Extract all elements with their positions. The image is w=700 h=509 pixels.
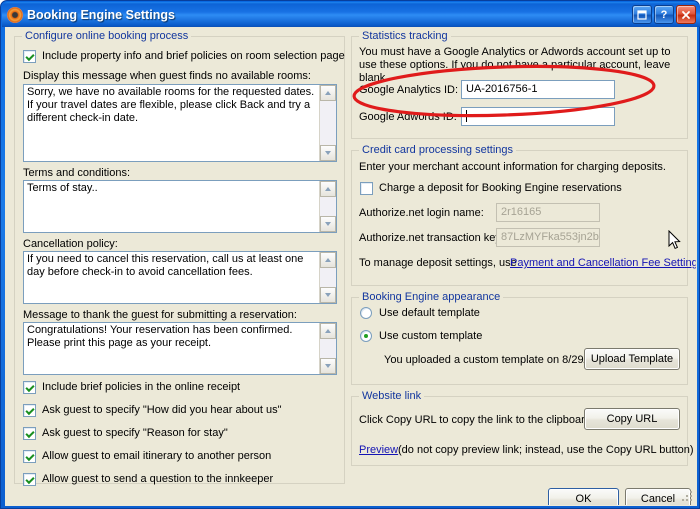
window-title: Booking Engine Settings	[27, 7, 175, 22]
booking-engine-icon	[7, 6, 23, 23]
google-adwords-label: Google Adwords ID:	[359, 111, 457, 123]
preview-link[interactable]: Preview	[359, 444, 398, 456]
ask-how-did-you-hear-checkbox[interactable]	[23, 404, 36, 417]
payment-cancellation-link[interactable]: Payment and Cancellation Fee Settings	[510, 257, 696, 269]
upload-template-button[interactable]: Upload Template	[584, 348, 680, 370]
authorize-login-input[interactable]: 2r16165	[496, 203, 600, 222]
scroll-up-icon[interactable]	[320, 85, 336, 101]
manage-deposit-text: To manage deposit settings, use	[359, 257, 517, 269]
window-controls: ?	[632, 5, 696, 24]
website-link-legend: Website link	[359, 390, 425, 402]
allow-send-question-label: Allow guest to send a question to the in…	[42, 473, 274, 485]
copy-url-text: Click Copy URL to copy the link to the c…	[359, 414, 591, 426]
terms-textarea[interactable]: Terms of stay..	[23, 180, 337, 233]
scroll-down-icon[interactable]	[320, 145, 336, 161]
ask-reason-for-stay-label: Ask guest to specify "Reason for stay"	[42, 427, 228, 439]
ok-button[interactable]: OK	[548, 488, 619, 505]
include-brief-policies-label: Include brief policies in the online rec…	[42, 381, 241, 393]
appearance-legend: Booking Engine appearance	[359, 291, 504, 303]
ask-reason-for-stay-checkbox[interactable]	[23, 427, 36, 440]
scroll-up-icon[interactable]	[320, 181, 336, 197]
include-property-info-label: Include property info and brief policies…	[42, 50, 345, 62]
authorize-key-input[interactable]: 87LzMYFka553jn2b	[496, 228, 600, 247]
default-template-radio[interactable]	[360, 307, 372, 319]
scroll-down-icon[interactable]	[320, 358, 336, 374]
close-button[interactable]	[676, 5, 696, 24]
scroll-up-icon[interactable]	[320, 252, 336, 268]
scroll-up-icon[interactable]	[320, 323, 336, 339]
charge-deposit-checkbox[interactable]	[360, 182, 373, 195]
include-brief-policies-checkbox[interactable]	[23, 381, 36, 394]
authorize-key-label: Authorize.net transaction key:	[359, 232, 504, 244]
preview-note: (do not copy preview link; instead, use …	[398, 444, 694, 456]
upload-note: You uploaded a custom template on 8/29/2…	[384, 354, 615, 366]
thank-you-value: Congratulations! Your reservation has be…	[27, 324, 293, 349]
title-bar[interactable]: Booking Engine Settings ?	[2, 2, 700, 27]
allow-send-question-checkbox[interactable]	[23, 473, 36, 486]
cancellation-value: If you need to cancel this reservation, …	[27, 253, 304, 278]
statistics-tracking-legend: Statistics tracking	[359, 30, 451, 42]
no-rooms-message-textarea[interactable]: Sorry, we have no available rooms for th…	[23, 84, 337, 162]
include-property-info-checkbox[interactable]	[23, 50, 36, 63]
custom-template-label: Use custom template	[379, 330, 483, 342]
cancellation-scrollbar[interactable]	[319, 252, 336, 303]
no-rooms-message-label: Display this message when guest finds no…	[23, 70, 311, 82]
custom-template-radio[interactable]	[360, 330, 372, 342]
cancellation-textarea[interactable]: If you need to cancel this reservation, …	[23, 251, 337, 304]
copy-url-button[interactable]: Copy URL	[584, 408, 680, 430]
mouse-cursor	[668, 230, 681, 250]
google-analytics-input[interactable]: UA-2016756-1	[461, 80, 615, 99]
credit-card-legend: Credit card processing settings	[359, 144, 517, 156]
terms-scrollbar[interactable]	[319, 181, 336, 232]
text-caret	[466, 110, 467, 122]
configure-booking-legend: Configure online booking process	[22, 30, 192, 42]
allow-email-itinerary-checkbox[interactable]	[23, 450, 36, 463]
terms-value: Terms of stay..	[27, 182, 98, 194]
restore-button[interactable]	[632, 5, 652, 24]
thank-you-label: Message to thank the guest for submittin…	[23, 309, 297, 321]
default-template-label: Use default template	[379, 307, 480, 319]
dialog-window: Booking Engine Settings ? Configure onli…	[0, 0, 700, 509]
help-button[interactable]: ?	[654, 5, 674, 24]
charge-deposit-label: Charge a deposit for Booking Engine rese…	[379, 182, 622, 194]
thank-you-scrollbar[interactable]	[319, 323, 336, 374]
help-label: ?	[660, 8, 668, 21]
terms-label: Terms and conditions:	[23, 167, 130, 179]
client-area: Configure online booking process Include…	[5, 27, 697, 506]
ask-how-did-you-hear-label: Ask guest to specify "How did you hear a…	[42, 404, 282, 416]
credit-card-description: Enter your merchant account information …	[359, 161, 666, 173]
no-rooms-message-value: Sorry, we have no available rooms for th…	[27, 86, 315, 124]
allow-email-itinerary-label: Allow guest to email itinerary to anothe…	[42, 450, 272, 462]
authorize-login-label: Authorize.net login name:	[359, 207, 484, 219]
no-rooms-scrollbar[interactable]	[319, 85, 336, 161]
cancellation-label: Cancellation policy:	[23, 238, 118, 250]
resize-grip[interactable]	[680, 489, 694, 503]
google-analytics-label: Google Analytics ID:	[359, 84, 459, 96]
thank-you-textarea[interactable]: Congratulations! Your reservation has be…	[23, 322, 337, 375]
scroll-down-icon[interactable]	[320, 287, 336, 303]
scroll-down-icon[interactable]	[320, 216, 336, 232]
google-adwords-input[interactable]	[461, 107, 615, 126]
